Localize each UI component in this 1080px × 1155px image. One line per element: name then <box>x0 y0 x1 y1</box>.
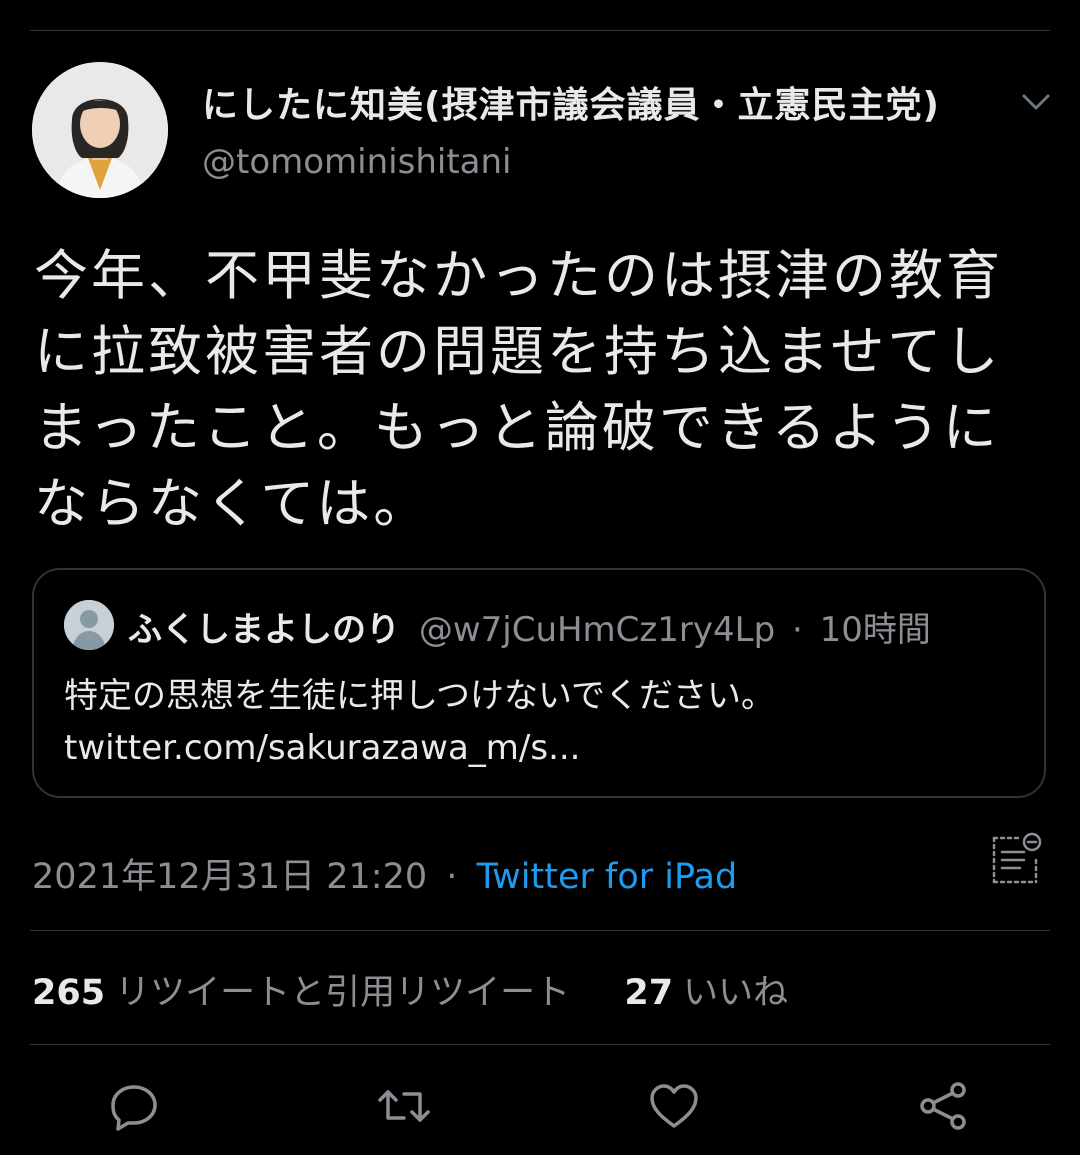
quote-header: ふくしまよしのり @w7jCuHmCz1ry4Lp · 10時間 <box>128 602 931 651</box>
share-button[interactable] <box>916 1078 972 1134</box>
reply-icon <box>111 1085 157 1131</box>
top-divider <box>30 30 1050 31</box>
likes-count: 27 <box>624 973 674 1013</box>
retweets-label: リツイートと引用リツイート <box>115 973 571 1013</box>
share-icon <box>920 1082 966 1130</box>
tweet-text: 今年、不甲斐なかったのは摂津の教育に拉致被害者の問題を持ち込ませてしまったこと。… <box>34 244 1003 535</box>
quote-separator: · <box>791 610 803 650</box>
heart-icon <box>650 1084 698 1128</box>
tweet-timestamp[interactable]: 2021年12月31日 21:20 <box>32 857 427 897</box>
divider <box>30 1044 1050 1045</box>
tweet-stats: 265 リツイートと引用リツイート 27 いいね <box>32 964 788 1015</box>
chevron-down-icon[interactable] <box>1016 86 1056 116</box>
default-avatar-icon <box>64 600 114 650</box>
author-display-name[interactable]: にしたに知美(摂津市議会議員・立憲民主党) <box>202 76 1002 128</box>
quote-body: 特定の思想を生徒に押しつけないでください。 twitter.com/sakura… <box>64 670 1014 774</box>
quote-author-handle: @w7jCuHmCz1ry4Lp <box>418 610 776 650</box>
reply-button[interactable] <box>106 1078 162 1134</box>
retweet-icon <box>378 1090 430 1122</box>
quote-link[interactable]: twitter.com/sakurazawa_m/s... <box>64 722 1014 774</box>
likes-stat[interactable]: 27 いいね <box>624 973 788 1013</box>
quote-text: 特定の思想を生徒に押しつけないでください。 <box>64 676 775 716</box>
likes-label: いいね <box>683 973 789 1013</box>
tweet-meta: 2021年12月31日 21:20 · Twitter for iPad <box>32 848 737 899</box>
retweets-count: 265 <box>32 973 106 1013</box>
author-avatar[interactable] <box>32 62 168 198</box>
quote-time: 10時間 <box>819 610 931 650</box>
quoted-tweet-card[interactable]: ふくしまよしのり @w7jCuHmCz1ry4Lp · 10時間 特定の思想を生… <box>32 568 1046 798</box>
divider <box>30 930 1050 931</box>
meta-separator: · <box>446 857 458 897</box>
retweet-button[interactable] <box>376 1078 432 1134</box>
author-handle[interactable]: @tomominishitani <box>202 142 512 182</box>
quote-author-name: ふくしまよしのり <box>128 610 400 650</box>
tweet-source[interactable]: Twitter for iPad <box>477 857 738 897</box>
like-button[interactable] <box>646 1078 702 1134</box>
quote-avatar <box>64 600 114 650</box>
retweets-stat[interactable]: 265 リツイートと引用リツイート <box>32 973 581 1013</box>
translate-icon[interactable] <box>988 830 1042 888</box>
avatar-portrait-icon <box>32 62 168 198</box>
